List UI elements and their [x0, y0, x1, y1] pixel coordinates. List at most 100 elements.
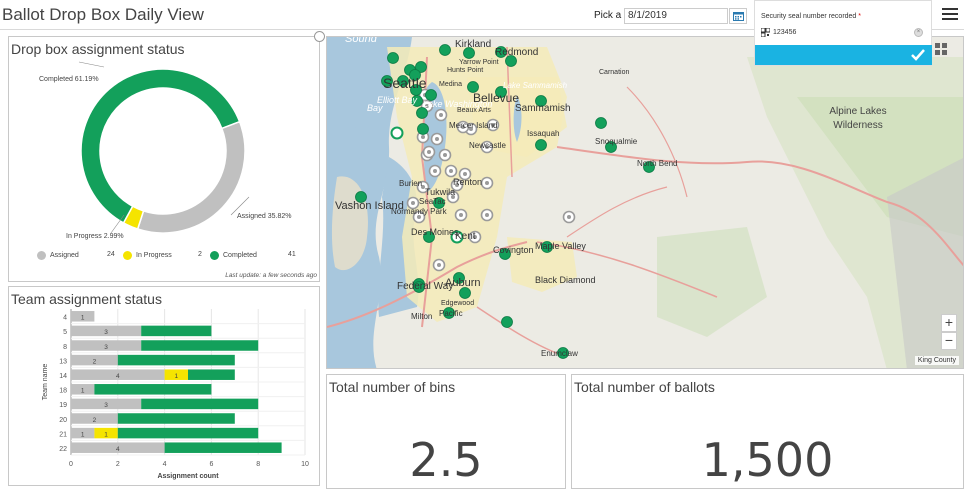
donut-chart-title: Drop box assignment status	[11, 41, 185, 57]
donut-label-assigned: Assigned 35.82%	[237, 213, 292, 220]
map-label: Milton	[411, 312, 433, 321]
drop-box-marker-completed	[417, 123, 429, 135]
calendar-icon	[732, 12, 744, 21]
total-ballots-panel: Total number of ballots 1,500	[571, 374, 964, 489]
map-label: Covington	[493, 245, 534, 255]
map-label: Beaux Arts	[457, 107, 491, 114]
map-view[interactable]: Sound Kirkland Redmond Seattle Bellevue …	[326, 36, 964, 369]
x-tick-label: 10	[301, 461, 309, 468]
drop-box-marker-center	[435, 137, 439, 141]
panel-settings-icon[interactable]	[314, 31, 325, 42]
donut-slice-assigned	[136, 120, 246, 234]
y-tick-label: 13	[59, 358, 67, 365]
drop-box-marker-center	[485, 181, 489, 185]
x-tick-label: 2	[116, 461, 120, 468]
kpi-value: 2.5	[409, 433, 483, 487]
bar-segment-completed	[141, 398, 259, 410]
seal-number-form: Security seal number recorded * 123456 ×	[754, 0, 932, 66]
leader-line	[78, 61, 105, 68]
drop-box-marker-completed	[595, 117, 607, 129]
donut-label-completed: Completed 61.19%	[39, 76, 99, 83]
bar-data-label: 1	[81, 315, 85, 322]
map-label: Des Moines	[411, 227, 459, 237]
drop-box-marker-center	[421, 135, 425, 139]
map-label: Lake Sammamish	[503, 81, 568, 90]
bar-segment-completed	[141, 325, 212, 337]
map-label: Sammamish	[515, 103, 571, 114]
seal-field-label: Security seal number recorded *	[761, 13, 861, 20]
legend-item-completed[interactable]: Completed	[210, 251, 257, 260]
basemap-gallery-icon[interactable]	[935, 43, 947, 55]
drop-box-marker-center	[439, 113, 443, 117]
donut-chart	[78, 61, 250, 234]
submit-button[interactable]	[755, 45, 932, 65]
date-input[interactable]: 8/1/2019	[624, 8, 728, 24]
drop-box-marker-in-progress	[390, 126, 404, 140]
kpi-value: 1,500	[701, 433, 834, 487]
map-label: Redmond	[495, 47, 539, 58]
assignment-status-panel: Drop box assignment status Completed 61.…	[8, 36, 320, 282]
bar-data-label: 2	[93, 417, 97, 424]
y-tick-label: 21	[59, 431, 67, 438]
y-tick-label: 5	[63, 329, 67, 336]
drop-box-marker-center	[485, 213, 489, 217]
bar-data-label: 3	[104, 329, 108, 336]
bar-data-label: 1	[81, 431, 85, 438]
bar-data-label: 3	[104, 402, 108, 409]
y-tick-label: 4	[63, 315, 67, 322]
map-label: Seattle	[383, 75, 427, 91]
drop-box-marker-completed	[535, 139, 547, 151]
map-label: Sound	[345, 36, 377, 45]
clear-input-icon[interactable]: ×	[914, 28, 923, 37]
map-label: Alpine Lakes Wilderness	[829, 106, 887, 131]
bar-data-label: 1	[104, 431, 108, 438]
legend-label: Assigned	[50, 252, 79, 259]
menu-line-icon	[942, 8, 958, 10]
bar-segment-completed	[117, 354, 235, 366]
legend-label: Completed	[223, 252, 257, 259]
x-tick-label: 6	[209, 461, 213, 468]
drop-box-marker-completed	[459, 287, 471, 299]
drop-box-marker-center	[433, 169, 437, 173]
y-tick-label: 22	[59, 446, 67, 453]
x-tick-label: 4	[163, 461, 167, 468]
map-label: Mercer Island	[449, 121, 498, 130]
bar-segment-completed	[141, 340, 259, 351]
map-label: Snoqualmie	[595, 137, 638, 146]
y-tick-label: 19	[59, 402, 67, 409]
map-label: Black Diamond	[535, 275, 596, 285]
drop-box-marker-completed	[501, 316, 513, 328]
legend-item-in-progress[interactable]: In Progress	[123, 251, 172, 260]
drop-box-marker-center	[459, 213, 463, 217]
legend-item-assigned[interactable]: Assigned	[37, 251, 79, 260]
map-label: Enumclaw	[541, 349, 578, 358]
bar-data-label: 4	[116, 446, 120, 453]
calendar-button[interactable]	[729, 8, 747, 24]
legend-label: In Progress	[136, 252, 172, 259]
map-label: Newcastle	[469, 141, 506, 150]
total-bins-panel: Total number of bins 2.5	[326, 374, 566, 489]
bar-data-label: 4	[116, 373, 120, 380]
y-tick-label: 14	[59, 373, 67, 380]
seal-label-text: Security seal number recorded	[761, 13, 857, 20]
map-label: Burien	[399, 179, 423, 188]
x-tick-label: 8	[256, 461, 260, 468]
seal-number-input[interactable]: 123456	[761, 26, 927, 38]
legend-dot-icon	[210, 251, 219, 260]
map-label: Bay	[367, 103, 383, 113]
bar-segment-completed	[164, 442, 282, 453]
map-attribution: King County	[914, 356, 959, 365]
hamburger-menu-button[interactable]	[942, 8, 958, 22]
drop-box-marker-completed	[387, 52, 399, 64]
menu-line-icon	[942, 13, 958, 15]
zoom-out-button[interactable]: −	[941, 332, 957, 350]
map-label: Edgewood	[441, 300, 475, 307]
donut-label-in-progress: In Progress 2.99%	[66, 233, 124, 240]
bar-segment-completed	[94, 384, 212, 395]
stacked-bar-chart: Team name Assignment count 0 2 4 6 8 10 4 1 5 3 8 3…	[42, 309, 309, 480]
seal-number-value: 123456	[773, 28, 797, 36]
map-label: Hunts Point	[447, 67, 484, 74]
map-label: Kent	[455, 231, 476, 242]
zoom-in-button[interactable]: +	[941, 314, 957, 332]
map-label: Yarrow Point	[459, 59, 499, 66]
